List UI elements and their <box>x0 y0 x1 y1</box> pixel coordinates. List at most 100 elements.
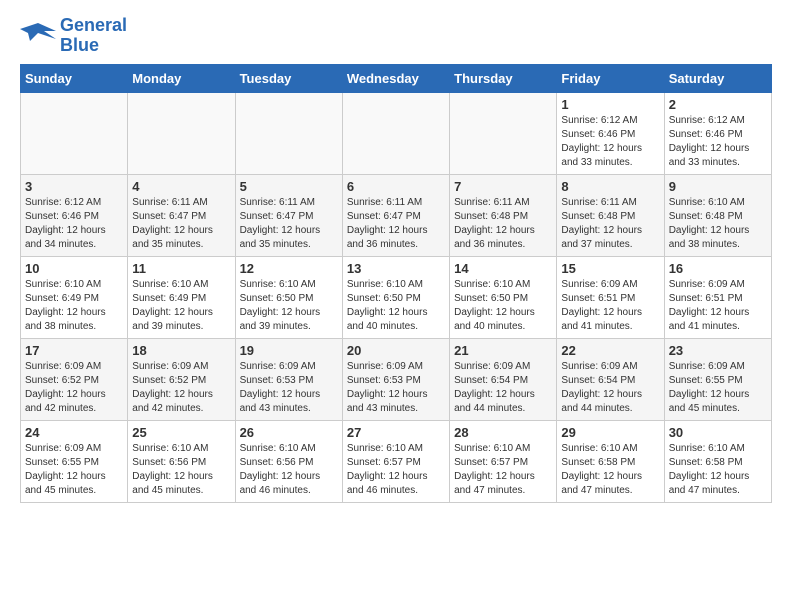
day-number: 20 <box>347 343 445 358</box>
day-info: Sunrise: 6:09 AM Sunset: 6:54 PM Dayligh… <box>561 360 659 416</box>
day-info: Sunrise: 6:10 AM Sunset: 6:56 PM Dayligh… <box>132 442 230 498</box>
day-info: Sunrise: 6:10 AM Sunset: 6:58 PM Dayligh… <box>669 442 767 498</box>
calendar-header: SundayMondayTuesdayWednesdayThursdayFrid… <box>21 64 772 92</box>
calendar-cell: 17 Sunrise: 6:09 AM Sunset: 6:52 PM Dayli… <box>21 338 128 420</box>
day-number: 11 <box>132 261 230 276</box>
calendar-cell: 28 Sunrise: 6:10 AM Sunset: 6:57 PM Dayli… <box>450 420 557 502</box>
calendar-cell: 6 Sunrise: 6:11 AM Sunset: 6:47 PM Daylig… <box>342 174 449 256</box>
calendar-week-4: 17 Sunrise: 6:09 AM Sunset: 6:52 PM Dayli… <box>21 338 772 420</box>
day-number: 25 <box>132 425 230 440</box>
weekday-header-monday: Monday <box>128 64 235 92</box>
calendar-cell: 26 Sunrise: 6:10 AM Sunset: 6:56 PM Dayli… <box>235 420 342 502</box>
calendar-week-5: 24 Sunrise: 6:09 AM Sunset: 6:55 PM Dayli… <box>21 420 772 502</box>
header: General Blue <box>20 16 772 56</box>
day-info: Sunrise: 6:10 AM Sunset: 6:49 PM Dayligh… <box>25 278 123 334</box>
day-number: 2 <box>669 97 767 112</box>
weekday-header-saturday: Saturday <box>664 64 771 92</box>
calendar-cell: 24 Sunrise: 6:09 AM Sunset: 6:55 PM Dayli… <box>21 420 128 502</box>
day-number: 1 <box>561 97 659 112</box>
day-info: Sunrise: 6:11 AM Sunset: 6:48 PM Dayligh… <box>454 196 552 252</box>
calendar-cell: 2 Sunrise: 6:12 AM Sunset: 6:46 PM Daylig… <box>664 92 771 174</box>
day-number: 30 <box>669 425 767 440</box>
calendar-cell <box>235 92 342 174</box>
day-info: Sunrise: 6:12 AM Sunset: 6:46 PM Dayligh… <box>669 114 767 170</box>
calendar-body: 1 Sunrise: 6:12 AM Sunset: 6:46 PM Daylig… <box>21 92 772 502</box>
calendar-cell: 16 Sunrise: 6:09 AM Sunset: 6:51 PM Dayli… <box>664 256 771 338</box>
calendar-cell: 7 Sunrise: 6:11 AM Sunset: 6:48 PM Daylig… <box>450 174 557 256</box>
day-number: 5 <box>240 179 338 194</box>
calendar-cell: 8 Sunrise: 6:11 AM Sunset: 6:48 PM Daylig… <box>557 174 664 256</box>
day-info: Sunrise: 6:10 AM Sunset: 6:58 PM Dayligh… <box>561 442 659 498</box>
day-info: Sunrise: 6:09 AM Sunset: 6:53 PM Dayligh… <box>240 360 338 416</box>
day-number: 29 <box>561 425 659 440</box>
day-info: Sunrise: 6:11 AM Sunset: 6:47 PM Dayligh… <box>347 196 445 252</box>
day-info: Sunrise: 6:10 AM Sunset: 6:57 PM Dayligh… <box>347 442 445 498</box>
calendar-cell: 4 Sunrise: 6:11 AM Sunset: 6:47 PM Daylig… <box>128 174 235 256</box>
calendar-cell: 22 Sunrise: 6:09 AM Sunset: 6:54 PM Dayli… <box>557 338 664 420</box>
day-number: 22 <box>561 343 659 358</box>
day-info: Sunrise: 6:10 AM Sunset: 6:57 PM Dayligh… <box>454 442 552 498</box>
weekday-header-wednesday: Wednesday <box>342 64 449 92</box>
day-info: Sunrise: 6:10 AM Sunset: 6:49 PM Dayligh… <box>132 278 230 334</box>
calendar-cell: 13Sunrise: 6:10 AM Sunset: 6:50 PM Dayli… <box>342 256 449 338</box>
day-number: 8 <box>561 179 659 194</box>
calendar-cell: 19 Sunrise: 6:09 AM Sunset: 6:53 PM Dayli… <box>235 338 342 420</box>
day-number: 10 <box>25 261 123 276</box>
day-info: Sunrise: 6:10 AM Sunset: 6:50 PM Dayligh… <box>454 278 552 334</box>
day-info: Sunrise: 6:11 AM Sunset: 6:48 PM Dayligh… <box>561 196 659 252</box>
calendar-cell: 29 Sunrise: 6:10 AM Sunset: 6:58 PM Dayli… <box>557 420 664 502</box>
day-number: 4 <box>132 179 230 194</box>
day-info: Sunrise: 6:10 AM Sunset: 6:56 PM Dayligh… <box>240 442 338 498</box>
day-info: Sunrise: 6:09 AM Sunset: 6:55 PM Dayligh… <box>669 360 767 416</box>
calendar-cell: 3Sunrise: 6:12 AM Sunset: 6:46 PM Daylig… <box>21 174 128 256</box>
day-number: 19 <box>240 343 338 358</box>
logo: General Blue <box>20 16 127 56</box>
calendar-cell: 15 Sunrise: 6:09 AM Sunset: 6:51 PM Dayli… <box>557 256 664 338</box>
logo-icon <box>20 21 56 51</box>
day-number: 12 <box>240 261 338 276</box>
day-info: Sunrise: 6:10 AM Sunset: 6:50 PM Dayligh… <box>240 278 338 334</box>
day-number: 26 <box>240 425 338 440</box>
day-info: Sunrise: 6:09 AM Sunset: 6:52 PM Dayligh… <box>25 360 123 416</box>
day-info: Sunrise: 6:09 AM Sunset: 6:52 PM Dayligh… <box>132 360 230 416</box>
calendar-cell <box>342 92 449 174</box>
day-number: 24 <box>25 425 123 440</box>
calendar-cell: 9Sunrise: 6:10 AM Sunset: 6:48 PM Daylig… <box>664 174 771 256</box>
calendar-cell: 25 Sunrise: 6:10 AM Sunset: 6:56 PM Dayli… <box>128 420 235 502</box>
calendar-week-3: 10 Sunrise: 6:10 AM Sunset: 6:49 PM Dayli… <box>21 256 772 338</box>
day-number: 7 <box>454 179 552 194</box>
calendar-cell: 5Sunrise: 6:11 AM Sunset: 6:47 PM Daylig… <box>235 174 342 256</box>
weekday-header-sunday: Sunday <box>21 64 128 92</box>
day-number: 17 <box>25 343 123 358</box>
day-info: Sunrise: 6:09 AM Sunset: 6:55 PM Dayligh… <box>25 442 123 498</box>
calendar-cell: 18Sunrise: 6:09 AM Sunset: 6:52 PM Dayli… <box>128 338 235 420</box>
calendar-week-1: 1 Sunrise: 6:12 AM Sunset: 6:46 PM Daylig… <box>21 92 772 174</box>
weekday-header-tuesday: Tuesday <box>235 64 342 92</box>
day-number: 27 <box>347 425 445 440</box>
calendar-cell: 14Sunrise: 6:10 AM Sunset: 6:50 PM Dayli… <box>450 256 557 338</box>
calendar-cell: 11 Sunrise: 6:10 AM Sunset: 6:49 PM Dayli… <box>128 256 235 338</box>
calendar-cell: 1 Sunrise: 6:12 AM Sunset: 6:46 PM Daylig… <box>557 92 664 174</box>
day-info: Sunrise: 6:11 AM Sunset: 6:47 PM Dayligh… <box>132 196 230 252</box>
day-number: 21 <box>454 343 552 358</box>
calendar-cell: 27 Sunrise: 6:10 AM Sunset: 6:57 PM Dayli… <box>342 420 449 502</box>
calendar-cell <box>450 92 557 174</box>
weekday-header-thursday: Thursday <box>450 64 557 92</box>
day-number: 3 <box>25 179 123 194</box>
day-info: Sunrise: 6:10 AM Sunset: 6:48 PM Dayligh… <box>669 196 767 252</box>
page-container: General Blue SundayMondayTuesdayWednesda… <box>0 0 792 519</box>
calendar-cell: 10 Sunrise: 6:10 AM Sunset: 6:49 PM Dayli… <box>21 256 128 338</box>
day-info: Sunrise: 6:09 AM Sunset: 6:53 PM Dayligh… <box>347 360 445 416</box>
day-info: Sunrise: 6:12 AM Sunset: 6:46 PM Dayligh… <box>561 114 659 170</box>
day-number: 28 <box>454 425 552 440</box>
day-info: Sunrise: 6:09 AM Sunset: 6:51 PM Dayligh… <box>669 278 767 334</box>
day-number: 15 <box>561 261 659 276</box>
weekday-header-friday: Friday <box>557 64 664 92</box>
day-number: 16 <box>669 261 767 276</box>
calendar-cell: 23 Sunrise: 6:09 AM Sunset: 6:55 PM Dayli… <box>664 338 771 420</box>
day-number: 6 <box>347 179 445 194</box>
day-info: Sunrise: 6:09 AM Sunset: 6:51 PM Dayligh… <box>561 278 659 334</box>
day-number: 23 <box>669 343 767 358</box>
calendar-cell: 21Sunrise: 6:09 AM Sunset: 6:54 PM Dayli… <box>450 338 557 420</box>
logo-text: General Blue <box>60 16 127 56</box>
